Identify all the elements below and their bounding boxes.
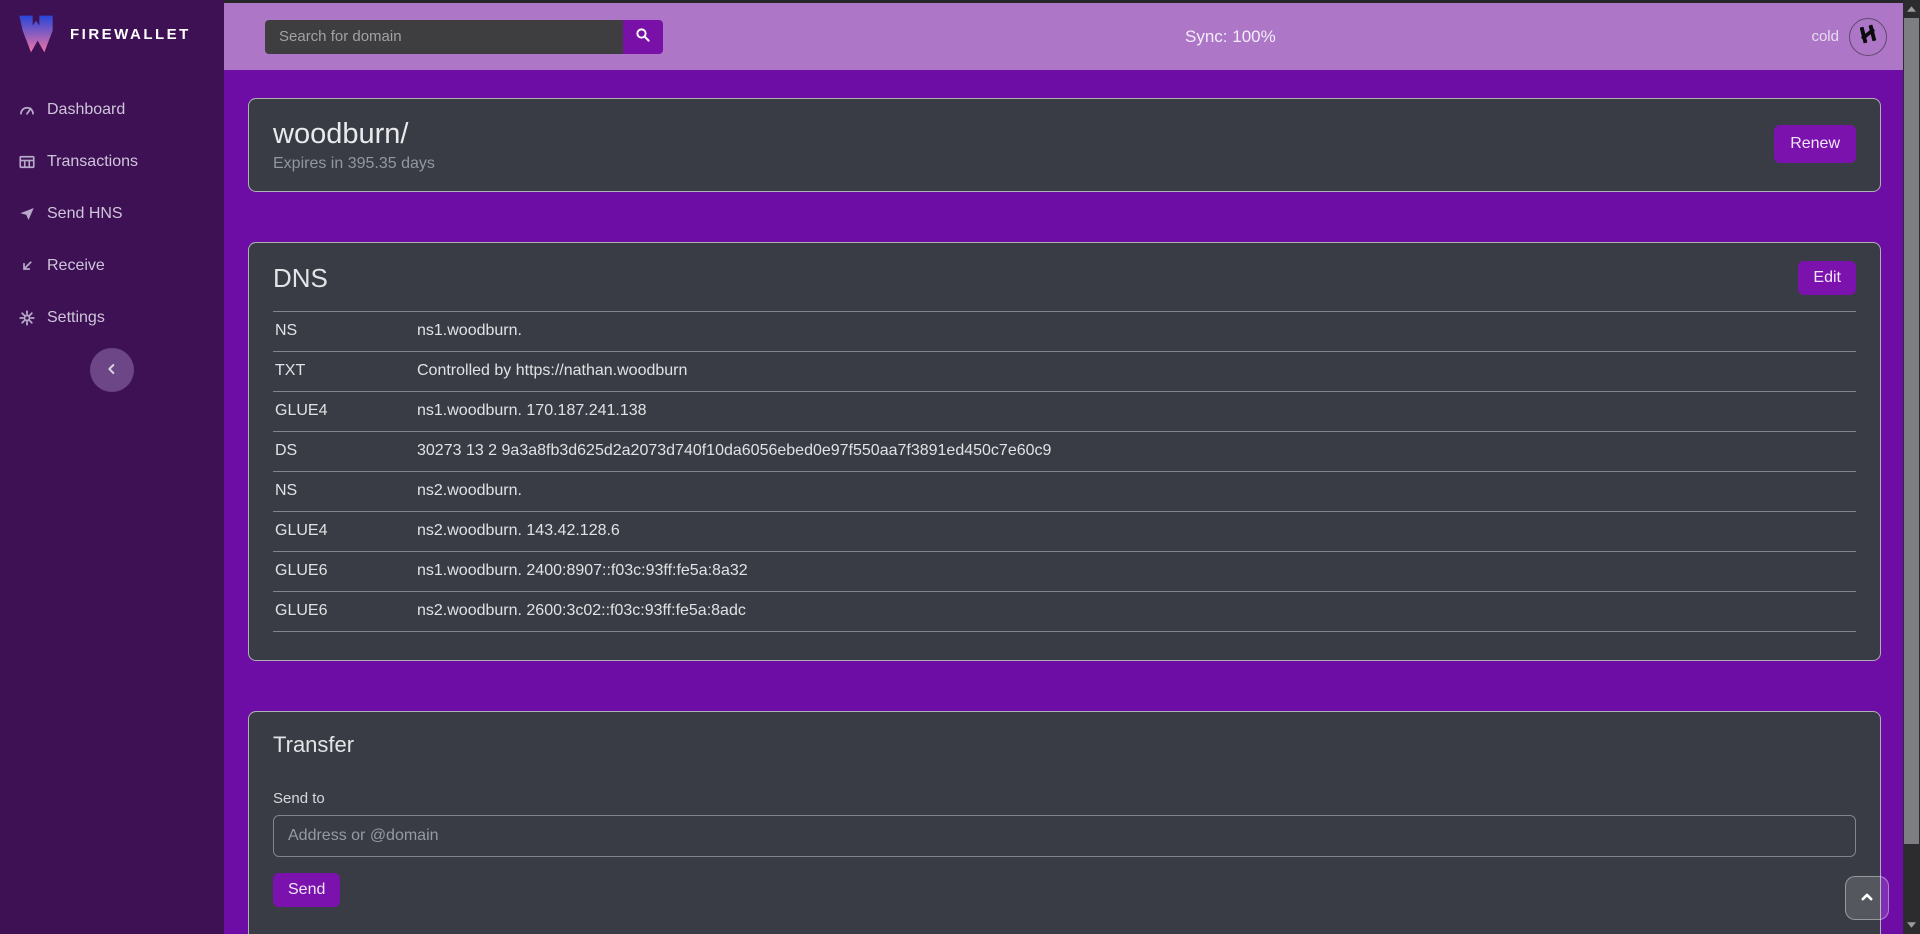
sidebar-item-settings[interactable]: Settings (0, 292, 224, 344)
scrollbar-thumb[interactable] (1904, 18, 1919, 844)
brand-name: FIREWALLET (70, 26, 191, 43)
dashboard-icon (18, 101, 36, 119)
dns-record-row: TXT Controlled by https://nathan.woodbur… (273, 351, 1856, 391)
dns-card: DNS Edit NS ns1.woodburn. TXT Controlled… (248, 242, 1881, 661)
dns-record-type: GLUE6 (275, 562, 417, 580)
dns-record-row: NS ns2.woodburn. (273, 471, 1856, 511)
dns-records-table: NS ns1.woodburn. TXT Controlled by https… (273, 311, 1856, 632)
send-button[interactable]: Send (273, 873, 340, 907)
dns-record-row: GLUE4 ns2.woodburn. 143.42.128.6 (273, 511, 1856, 551)
dns-record-row: NS ns1.woodburn. (273, 311, 1856, 351)
dns-record-value: ns1.woodburn. 170.187.241.138 (417, 402, 1856, 420)
sidebar-item-label: Send HNS (47, 200, 123, 228)
transactions-icon (18, 153, 36, 171)
dns-card-header: DNS Edit (273, 261, 1856, 295)
sidebar-collapse-button[interactable] (90, 348, 134, 392)
dns-title: DNS (273, 261, 328, 295)
scroll-to-top-button[interactable] (1845, 876, 1889, 920)
vertical-scrollbar[interactable] (1903, 0, 1920, 934)
dns-record-value: ns1.woodburn. (417, 322, 1856, 340)
search-button[interactable] (623, 20, 663, 54)
send-to-label: Send to (273, 790, 1856, 807)
sidebar-item-label: Receive (47, 252, 105, 280)
handshake-logo-icon (1855, 21, 1881, 52)
main-area: Sync: 100% cold woodburn/ (224, 0, 1903, 934)
domain-search (265, 20, 663, 54)
domain-expiry: Expires in 395.35 days (273, 155, 435, 173)
sync-status: Sync: 100% (1185, 27, 1276, 47)
sidebar-item-transactions[interactable]: Transactions (0, 136, 224, 188)
sidebar-item-label: Transactions (47, 148, 138, 176)
search-icon (634, 26, 652, 47)
dns-record-row: DS 30273 13 2 9a3a8fb3d625d2a2073d740f10… (273, 431, 1856, 471)
sidebar-item-label: Settings (47, 304, 105, 332)
settings-gear-icon (18, 309, 36, 327)
renew-button[interactable]: Renew (1774, 125, 1856, 163)
dns-record-value: ns1.woodburn. 2400:8907::f03c:93ff:fe5a:… (417, 562, 1856, 580)
sidebar-item-dashboard[interactable]: Dashboard (0, 84, 224, 136)
chevron-up-icon (1857, 887, 1877, 910)
sidebar-item-label: Dashboard (47, 96, 125, 124)
dns-record-type: GLUE6 (275, 602, 417, 620)
brand-header: FIREWALLET (0, 0, 224, 66)
receive-icon (18, 257, 36, 275)
dns-record-type: DS (275, 442, 417, 460)
dns-record-value: ns2.woodburn. 143.42.128.6 (417, 522, 1856, 540)
dns-record-value: ns2.woodburn. 2600:3c02::f03c:93ff:fe5a:… (417, 602, 1856, 620)
wallet-name: cold (1811, 28, 1839, 45)
dns-record-type: NS (275, 482, 417, 500)
scrollbar-up-arrow-icon[interactable] (1903, 1, 1920, 17)
domain-card: woodburn/ Expires in 395.35 days Renew (248, 98, 1881, 192)
dns-record-row: GLUE4 ns1.woodburn. 170.187.241.138 (273, 391, 1856, 431)
scrollbar-down-arrow-icon[interactable] (1903, 917, 1920, 933)
dns-record-type: TXT (275, 362, 417, 380)
send-icon (18, 205, 36, 223)
dns-record-value: ns2.woodburn. (417, 482, 1856, 500)
dns-record-value: 30273 13 2 9a3a8fb3d625d2a2073d740f10da6… (417, 442, 1856, 460)
sidebar-item-receive[interactable]: Receive (0, 240, 224, 292)
dns-record-type: NS (275, 322, 417, 340)
content: woodburn/ Expires in 395.35 days Renew D… (224, 70, 1903, 934)
sidebar-item-send-hns[interactable]: Send HNS (0, 188, 224, 240)
sidebar: FIREWALLET Dashboard Transactions (0, 0, 224, 934)
topbar: Sync: 100% cold (224, 3, 1903, 70)
dns-record-row: GLUE6 ns2.woodburn. 2600:3c02::f03c:93ff… (273, 591, 1856, 632)
topbar-right: cold (1811, 18, 1887, 56)
domain-card-text: woodburn/ Expires in 395.35 days (273, 115, 435, 173)
dns-record-value: Controlled by https://nathan.woodburn (417, 362, 1856, 380)
transfer-card: Transfer Send to Send (248, 711, 1881, 934)
wallet-avatar-button[interactable] (1849, 18, 1887, 56)
edit-dns-button[interactable]: Edit (1798, 261, 1856, 295)
transfer-title: Transfer (273, 730, 1856, 760)
domain-title: woodburn/ (273, 115, 435, 153)
search-input[interactable] (265, 20, 623, 54)
chevron-left-icon (104, 361, 120, 380)
firewallet-logo-icon (16, 12, 56, 56)
transfer-address-input[interactable] (273, 815, 1856, 857)
dns-record-row: GLUE6 ns1.woodburn. 2400:8907::f03c:93ff… (273, 551, 1856, 591)
dns-record-type: GLUE4 (275, 402, 417, 420)
sidebar-nav: Dashboard Transactions Send HNS (0, 84, 224, 344)
dns-record-type: GLUE4 (275, 522, 417, 540)
